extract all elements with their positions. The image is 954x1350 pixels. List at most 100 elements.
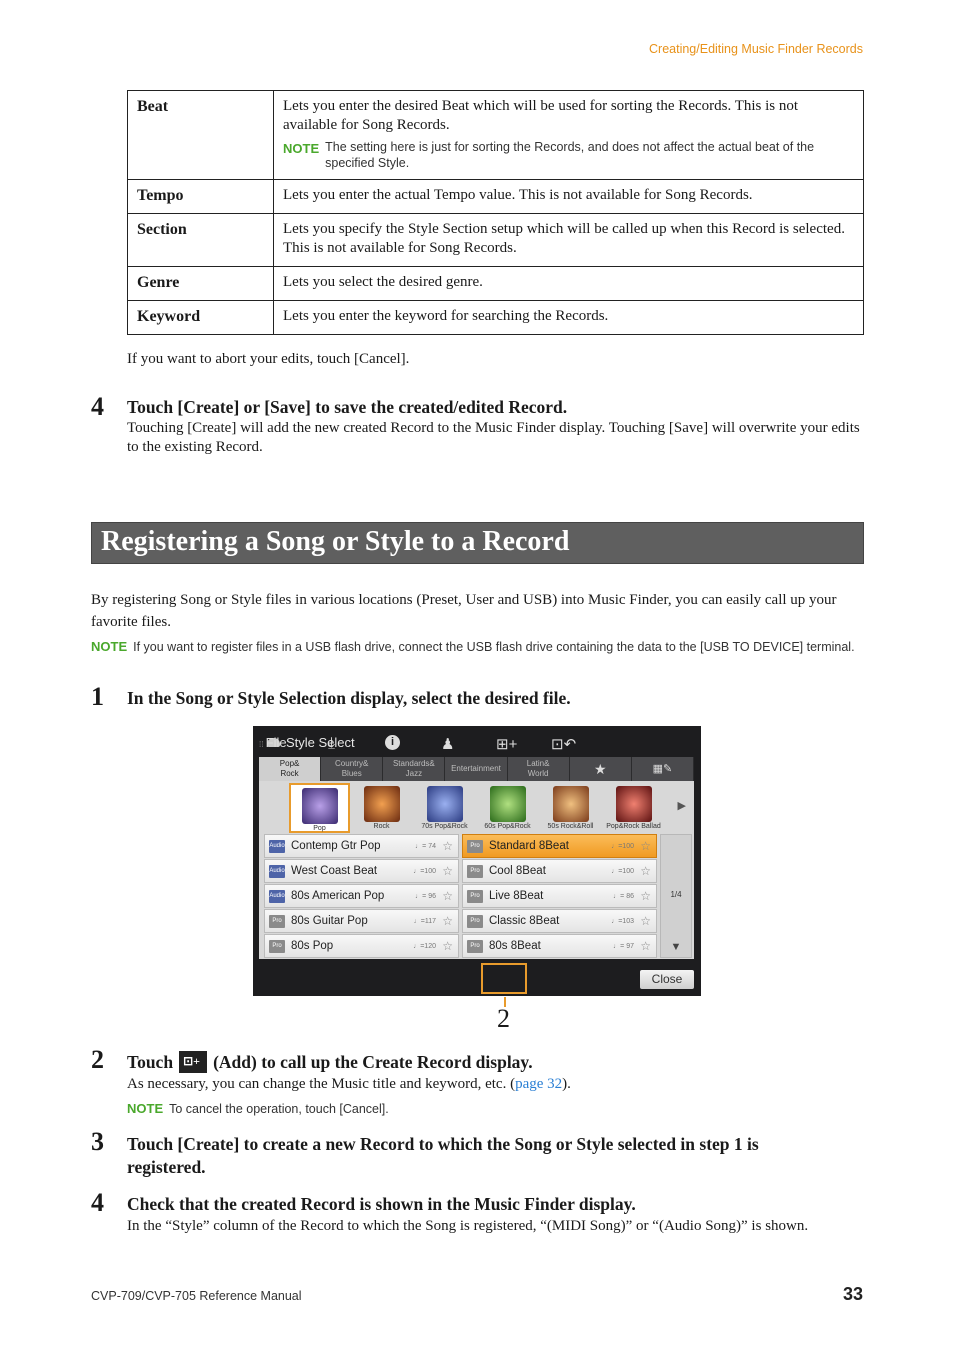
thumb-50s-rock-roll[interactable]: 50s Rock&Roll [539, 783, 602, 833]
tab-entertainment[interactable]: Entertainment [445, 757, 508, 781]
tempo: ♩= 86 [613, 892, 634, 900]
cell-note: NOTE The setting here is just for sortin… [283, 139, 854, 171]
step-number: 2 [91, 1045, 104, 1074]
tab-standards-jazz[interactable]: Standards& Jazz [383, 757, 446, 781]
pro-badge: Pro [467, 939, 483, 953]
note-label: NOTE [127, 1101, 164, 1116]
page-link[interactable]: page 32 [515, 1076, 562, 1092]
style-panel: Pop Rock 70s Pop&Rock 60s Pop&Rock 50s R… [259, 781, 694, 959]
tab-latin-world[interactable]: Latin& World [507, 757, 570, 781]
info-icon[interactable]: i [385, 735, 400, 750]
thumb-60s-pop-rock[interactable]: 60s Pop&Rock [476, 783, 539, 833]
list-item[interactable]: Pro 80s 8Beat ♩= 97 ☆ [462, 934, 657, 958]
search-return-icon[interactable]: ⊡↶ [551, 735, 576, 753]
file-grip-icon: ⁞⁞ [259, 740, 266, 749]
microphone-icon [301, 788, 338, 824]
close-button[interactable]: Close [640, 970, 694, 989]
star-icon[interactable]: ☆ [442, 889, 453, 903]
style-name: West Coast Beat [291, 865, 378, 877]
parameter-table: Beat Lets you enter the desired Beat whi… [127, 90, 864, 335]
star-icon[interactable]: ☆ [442, 864, 453, 878]
star-icon[interactable]: ☆ [442, 914, 453, 928]
page-scroller[interactable]: 1/4 ▼ [660, 834, 692, 958]
style-name: 80s American Pop [291, 890, 385, 902]
audio-badge: Audio [269, 839, 285, 853]
step-body: As necessary, you can change the Music t… [127, 1075, 571, 1094]
table-row: Section Lets you specify the Style Secti… [127, 213, 864, 267]
style-name: Classic 8Beat [489, 915, 560, 927]
star-icon[interactable]: ☆ [640, 864, 651, 878]
body-text: ). [562, 1076, 571, 1092]
step-body: Touching [Create] will add the new creat… [127, 420, 860, 455]
step-number: 1 [91, 682, 104, 711]
style-name: 80s Guitar Pop [291, 915, 368, 927]
list-item[interactable]: Pro Cool 8Beat ♩=100 ☆ [462, 859, 657, 883]
tab-pop-rock[interactable]: Pop& Rock [259, 757, 322, 781]
guitar-70s-icon [426, 786, 463, 822]
desc-cell: Lets you enter the keyword for searching… [273, 300, 864, 335]
jukebox-icon [552, 786, 589, 822]
page-indicator: 1/4 [670, 890, 682, 899]
term-cell: Tempo [127, 179, 274, 214]
pro-badge: Pro [269, 914, 285, 928]
list-item[interactable]: Pro 80s Guitar Pop ♩=117 ☆ [264, 909, 459, 933]
scroll-down-icon[interactable]: ▼ [661, 941, 691, 953]
desc-cell: Lets you specify the Style Section setup… [273, 213, 864, 267]
tab-country-blues[interactable]: Country& Blues [321, 757, 384, 781]
pro-badge: Pro [467, 839, 483, 853]
step-title: Check that the created Record is shown i… [127, 1194, 636, 1214]
tempo: ♩=100 [413, 867, 436, 875]
step-number: 4 [91, 1188, 104, 1217]
save-download-icon[interactable]: ⤓ [328, 735, 335, 753]
guitar-icon [363, 786, 400, 822]
table-row: Tempo Lets you enter the actual Tempo va… [127, 179, 864, 214]
category-thumbnails: Pop Rock 70s Pop&Rock 60s Pop&Rock 50s R… [289, 783, 665, 833]
abort-text: If you want to abort your edits, touch [… [127, 351, 410, 367]
step-title-post: (Add) to call up the Create Record displ… [213, 1051, 533, 1072]
table-row: Beat Lets you enter the desired Beat whi… [127, 90, 864, 180]
list-item[interactable]: Pro Standard 8Beat ♩=100 ☆ [462, 834, 657, 858]
star-icon[interactable]: ☆ [640, 914, 651, 928]
note-text: To cancel the operation, touch [Cancel]. [169, 1102, 389, 1116]
footer-manual-title: CVP-709/CVP-705 Reference Manual [91, 1289, 302, 1303]
note-text: The setting here is just for sorting the… [325, 140, 815, 170]
category-tabs: Pop& Rock Country& Blues Standards& Jazz… [259, 757, 694, 781]
next-arrow-icon[interactable]: ▶ [678, 799, 686, 812]
list-item[interactable]: Pro 80s Pop ♩=120 ☆ [264, 934, 459, 958]
step-body: In the “Style” column of the Record to w… [127, 1218, 809, 1234]
thumb-70s-pop-rock[interactable]: 70s Pop&Rock [413, 783, 476, 833]
thumb-label: 70s Pop&Rock [421, 823, 468, 830]
intro-text: By registering Song or Style files in va… [91, 592, 837, 630]
list-item[interactable]: Audio West Coast Beat ♩=100 ☆ [264, 859, 459, 883]
add-record-icon[interactable]: ⊞+ [496, 735, 517, 753]
list-item[interactable]: Audio Contemp Gtr Pop ♩= 74 ☆ [264, 834, 459, 858]
add-button-highlight [481, 963, 527, 994]
star-icon[interactable]: ☆ [640, 939, 651, 953]
guitar-60s-icon [489, 786, 526, 822]
style-name: Cool 8Beat [489, 865, 546, 877]
tempo: ♩=100 [611, 842, 634, 850]
thumb-pop-rock-ballad[interactable]: Pop&Rock Ballad [602, 783, 665, 833]
thumb-rock[interactable]: Rock [350, 783, 413, 833]
star-icon[interactable]: ☆ [442, 939, 453, 953]
audio-badge: Audio [269, 864, 285, 878]
tempo: ♩=120 [413, 942, 436, 950]
star-icon[interactable]: ☆ [640, 889, 651, 903]
thumb-pop[interactable]: Pop [289, 783, 350, 833]
file-button[interactable]: ⁞⁞ File [259, 735, 287, 750]
desc-cell: Lets you enter the desired Beat which wi… [273, 90, 864, 180]
star-icon[interactable]: ☆ [442, 839, 453, 853]
star-icon[interactable]: ★ [569, 757, 632, 781]
thumb-label: Pop&Rock Ballad [606, 823, 661, 830]
style-name: 80s Pop [291, 940, 334, 952]
list-item[interactable]: Pro Classic 8Beat ♩=103 ☆ [462, 909, 657, 933]
guitar-ballad-icon [615, 786, 652, 822]
edit-person-icon[interactable]: ♟ [441, 735, 454, 753]
audio-badge: Audio [269, 889, 285, 903]
file-label: File [265, 735, 287, 750]
list-item[interactable]: Audio 80s American Pop ♩= 96 ☆ [264, 884, 459, 908]
piano-edit-icon[interactable]: ▦✎ [631, 757, 694, 781]
star-icon[interactable]: ☆ [640, 839, 651, 853]
pro-badge: Pro [467, 914, 483, 928]
list-item[interactable]: Pro Live 8Beat ♩= 86 ☆ [462, 884, 657, 908]
